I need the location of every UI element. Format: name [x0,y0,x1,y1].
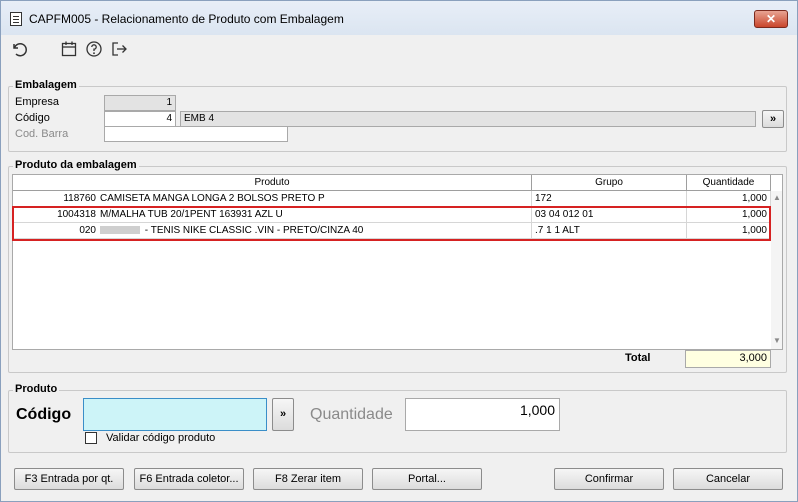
product-quantity: 1,000 [687,207,771,223]
validar-checkbox[interactable] [85,432,97,444]
product-group: .7 1 1 ALT [532,223,687,239]
product-description: CAMISETA MANGA LONGA 2 BOLSOS PRETO P [97,191,532,207]
window-title: CAPFM005 - Relacionamento de Produto com… [29,12,344,26]
table-row[interactable]: 020 - TENIS NIKE CLASSIC .VIN - PRETO/CI… [13,223,771,239]
portal-button[interactable]: Portal... [372,468,482,490]
embalagem-title: Embalagem [13,79,79,91]
produto-title: Produto [13,383,60,395]
table-header: Produto Grupo Quantidade [13,175,771,191]
table-row[interactable]: 1004318 M/MALHA TUB 20/1PENT 163931 AZL … [13,207,771,223]
scroll-down-icon[interactable]: ▼ [773,336,781,345]
total-value: 3,000 [685,350,771,368]
cancelar-button[interactable]: Cancelar [673,468,783,490]
main-window: CAPFM005 - Relacionamento de Produto com… [0,0,798,502]
codbarra-field[interactable] [104,126,288,142]
toolbar [1,35,797,65]
product-description: M/MALHA TUB 20/1PENT 163931 AZL U [97,207,532,223]
produto-lookup-button[interactable]: » [272,398,294,431]
product-code: 1004318 [13,207,99,223]
product-code: 118760 [13,191,99,207]
embalagem-lookup-button[interactable]: » [762,110,784,128]
product-description: - TENIS NIKE CLASSIC .VIN - PRETO/CINZA … [142,225,364,236]
f3-entrada-button[interactable]: F3 Entrada por qt. [14,468,124,490]
undo-icon[interactable] [10,40,28,58]
produto-codigo-label: Código [16,406,72,423]
empresa-field: 1 [104,95,176,111]
produto-codigo-input[interactable] [83,398,267,431]
product-code: 020 [13,223,99,239]
produto-embalagem-title: Produto da embalagem [13,159,139,171]
codigo-label: Código [15,112,50,124]
exit-icon[interactable] [110,40,128,58]
quantidade-label: Quantidade [310,406,393,423]
document-icon [10,12,22,26]
column-header-grupo[interactable]: Grupo [532,175,687,191]
product-quantity: 1,000 [687,223,771,239]
column-header-produto[interactable]: Produto [13,175,532,191]
close-button[interactable]: ✕ [754,10,788,28]
product-group: 172 [532,191,687,207]
validar-label: Validar código produto [106,432,216,444]
title-bar: CAPFM005 - Relacionamento de Produto com… [1,1,797,35]
codbarra-label: Cod. Barra [15,128,69,140]
f6-entrada-coletor-button[interactable]: F6 Entrada coletor... [134,468,244,490]
codigo-field[interactable]: 4 [104,111,176,127]
confirmar-button[interactable]: Confirmar [554,468,664,490]
quantidade-field[interactable]: 1,000 [405,398,560,431]
empresa-label: Empresa [15,96,60,108]
scroll-up-icon[interactable]: ▲ [773,193,781,202]
product-quantity: 1,000 [687,191,771,207]
calendar-icon[interactable] [60,40,78,58]
product-group: 03 04 012 01 [532,207,687,223]
redacted-block [100,226,140,235]
product-description-cell: - TENIS NIKE CLASSIC .VIN - PRETO/CINZA … [97,223,532,239]
products-table: Produto Grupo Quantidade 118760 CAMISETA… [12,174,783,350]
table-row[interactable]: 118760 CAMISETA MANGA LONGA 2 BOLSOS PRE… [13,191,771,207]
help-icon[interactable] [85,40,103,58]
table-scrollbar[interactable]: ▲ ▼ [771,191,782,349]
column-header-quantidade[interactable]: Quantidade [687,175,771,191]
f8-zerar-item-button[interactable]: F8 Zerar item [253,468,363,490]
codigo-description: EMB 4 [180,111,756,127]
total-label: Total [625,352,651,364]
